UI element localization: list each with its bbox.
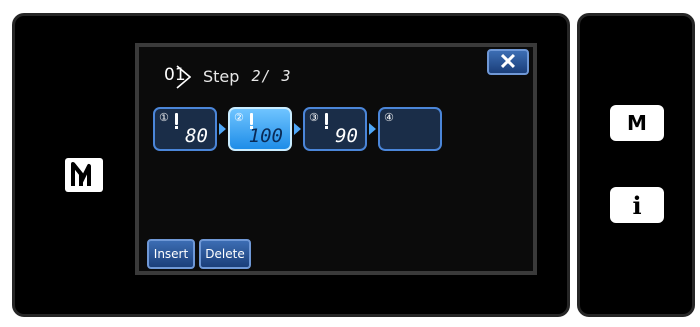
- needle-icon: [175, 113, 178, 129]
- menu-button[interactable]: M: [610, 105, 664, 141]
- step-3-button[interactable]: ③ 90: [303, 107, 367, 151]
- step-value: 80: [185, 125, 208, 147]
- info-button[interactable]: i: [610, 187, 664, 223]
- nfc-icon: [65, 158, 103, 192]
- close-icon: ✕: [498, 49, 518, 74]
- program-number: 01: [164, 65, 186, 85]
- step-number: ②: [234, 111, 244, 124]
- step-number: ①: [159, 111, 169, 124]
- step-value: 90: [335, 125, 358, 147]
- step-2-button[interactable]: ② 100: [228, 107, 292, 151]
- step-number: ③: [309, 111, 319, 124]
- side-panel: M i: [577, 13, 695, 317]
- close-button[interactable]: ✕: [487, 49, 529, 75]
- page-indicator: 2/ 3: [251, 67, 292, 85]
- needle-icon: [325, 113, 328, 129]
- step-1-button[interactable]: ① 80: [153, 107, 217, 151]
- needle-icon: [250, 113, 253, 129]
- delete-button[interactable]: Delete: [199, 239, 251, 269]
- arrow-right-icon: [294, 123, 301, 135]
- arrow-right-icon: [369, 123, 376, 135]
- title-label: Step: [203, 66, 240, 86]
- program-number-icon: 01: [163, 65, 191, 89]
- main-panel: 01 Step 2/ 3 ✕ ① 80 ② 100 ③ 90 ④ Insert …: [12, 13, 570, 317]
- arrow-right-icon: [219, 123, 226, 135]
- step-screen: 01 Step 2/ 3 ✕ ① 80 ② 100 ③ 90 ④ Insert …: [135, 43, 537, 275]
- step-number: ④: [384, 111, 394, 124]
- screen-title: 01 Step 2/ 3: [163, 65, 292, 89]
- step-value: 100: [248, 125, 283, 147]
- step-4-button[interactable]: ④: [378, 107, 442, 151]
- insert-button[interactable]: Insert: [147, 239, 195, 269]
